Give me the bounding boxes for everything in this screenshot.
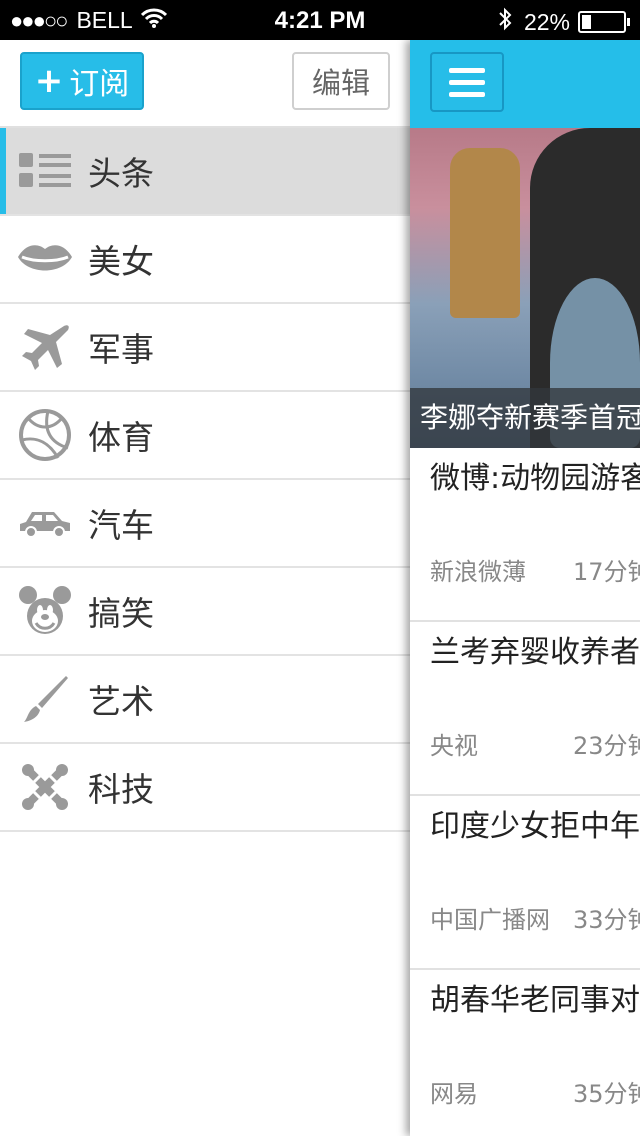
menu-item-auto[interactable]: 汽车 xyxy=(0,480,410,568)
news-time: 35分钟前 xyxy=(573,1080,640,1108)
news-source: 中国广播网 xyxy=(430,906,550,934)
news-time: 23分钟前 xyxy=(573,732,640,760)
menu-item-label: 汽车 xyxy=(88,506,154,545)
joomla-icon xyxy=(15,757,75,817)
side-menu: + 订阅 编辑 头条 美女 军事 体育 汽车 搞笑 艺术 科技 xyxy=(0,40,410,1136)
menu-item-sports[interactable]: 体育 xyxy=(0,392,410,480)
menu-item-label: 艺术 xyxy=(88,682,154,721)
hamburger-line xyxy=(449,79,485,85)
menu-item-label: 军事 xyxy=(88,330,154,369)
news-source: 网易 xyxy=(430,1080,478,1108)
car-icon xyxy=(15,493,75,553)
menu-item-headlines[interactable]: 头条 xyxy=(0,128,410,216)
news-item[interactable]: 兰考弃婴收养者昏迷 央视 23分钟前 xyxy=(410,622,640,796)
plane-icon xyxy=(15,317,75,377)
news-meta: 央视 23分钟前 xyxy=(430,726,640,761)
category-list: 头条 美女 军事 体育 汽车 搞笑 艺术 科技 xyxy=(0,128,410,832)
lips-icon xyxy=(15,229,75,289)
plus-icon: + xyxy=(34,61,64,101)
menu-item-funny[interactable]: 搞笑 xyxy=(0,568,410,656)
content-panel: 李娜夺新赛季首冠 微博:动物园游客狮子 新浪微薄 17分钟前 兰考弃婴收养者昏迷 … xyxy=(410,40,640,1136)
mickey-icon xyxy=(15,581,75,641)
subscribe-label: 订阅 xyxy=(69,67,130,102)
menu-item-beauty[interactable]: 美女 xyxy=(0,216,410,304)
news-item[interactable]: 胡春华老同事对广东 网易 35分钟前 xyxy=(410,970,640,1136)
edit-button[interactable]: 编辑 xyxy=(292,52,390,110)
news-item[interactable]: 印度少女拒中年烧死 中国广播网 33分钟前 xyxy=(410,796,640,970)
battery-icon xyxy=(578,11,630,33)
news-time: 17分钟前 xyxy=(573,558,640,586)
hamburger-line xyxy=(449,67,485,73)
news-meta: 新浪微薄 17分钟前 xyxy=(430,552,640,587)
bluetooth-icon xyxy=(498,7,512,37)
news-title: 兰考弃婴收养者昏迷 xyxy=(430,635,640,670)
battery-percent: 22% xyxy=(523,8,570,35)
menu-item-tech[interactable]: 科技 xyxy=(0,744,410,832)
menu-item-art[interactable]: 艺术 xyxy=(0,656,410,744)
status-bar: ●●●○○ BELL 4:21 PM 22% xyxy=(0,0,640,40)
news-title: 印度少女拒中年烧死 xyxy=(430,809,640,844)
news-meta: 中国广播网 33分钟前 xyxy=(430,900,640,935)
hamburger-line xyxy=(449,91,485,97)
menu-item-label: 头条 xyxy=(88,154,154,193)
menu-item-label: 搞笑 xyxy=(88,594,154,633)
hero-photo-shape xyxy=(450,148,520,318)
hero-image[interactable]: 李娜夺新赛季首冠 xyxy=(410,128,640,448)
hero-caption: 李娜夺新赛季首冠 xyxy=(420,401,640,434)
news-time: 33分钟前 xyxy=(573,906,640,934)
status-right: 22% xyxy=(498,7,630,37)
menu-item-label: 美女 xyxy=(88,242,154,281)
news-item[interactable]: 微博:动物园游客狮子 新浪微薄 17分钟前 xyxy=(410,448,640,622)
menu-item-label: 体育 xyxy=(88,418,154,457)
basketball-icon xyxy=(15,405,75,465)
news-source: 央视 xyxy=(430,732,478,760)
top-navbar xyxy=(410,40,640,128)
hamburger-menu-button[interactable] xyxy=(430,52,504,112)
news-title: 微博:动物园游客狮子 xyxy=(430,461,640,496)
list-icon xyxy=(15,141,75,201)
menu-item-label: 科技 xyxy=(88,770,154,809)
subscribe-button[interactable]: + 订阅 xyxy=(20,52,144,110)
news-meta: 网易 35分钟前 xyxy=(430,1074,640,1109)
menu-item-military[interactable]: 军事 xyxy=(0,304,410,392)
news-source: 新浪微薄 xyxy=(430,558,526,586)
news-title: 胡春华老同事对广东 xyxy=(430,983,640,1018)
brush-icon xyxy=(15,669,75,729)
menu-toolbar: + 订阅 编辑 xyxy=(0,40,410,128)
